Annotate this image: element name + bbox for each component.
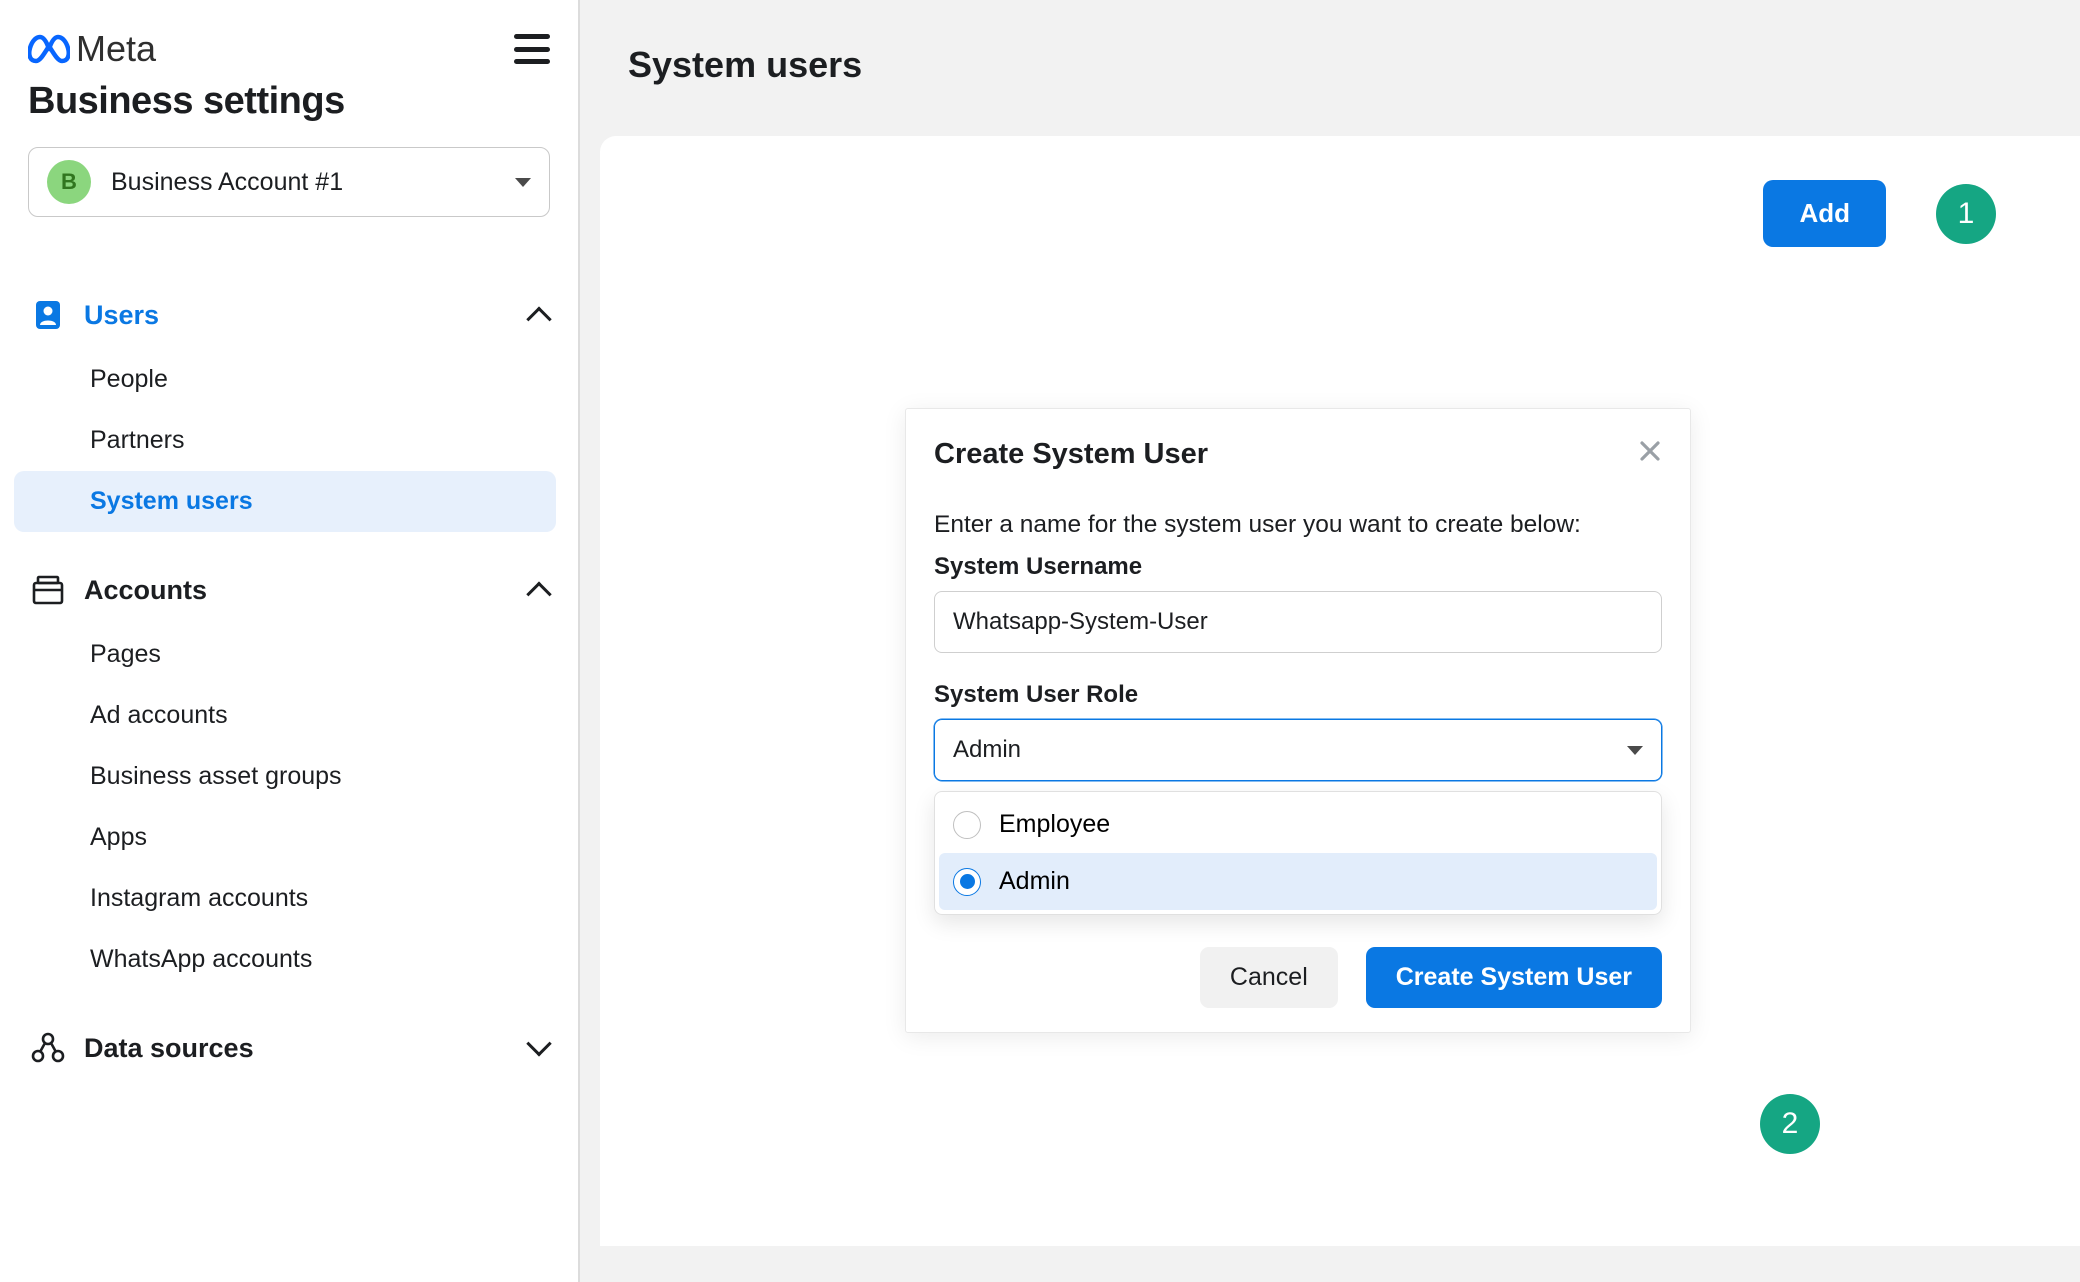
main: System users Add 1 Create System User En… (580, 0, 2080, 1282)
role-selected-value: Admin (953, 736, 1021, 764)
caret-down-icon (515, 178, 531, 187)
nav-group-data-sources-label: Data sources (84, 1033, 254, 1064)
sidebar-title: Business settings (28, 80, 550, 123)
radio-icon (953, 811, 981, 839)
nav-item-instagram-accounts[interactable]: Instagram accounts (28, 868, 550, 929)
role-label: System User Role (934, 681, 1662, 709)
caret-down-icon (1627, 746, 1643, 755)
nav-group-accounts[interactable]: Accounts (28, 564, 550, 616)
sidebar: Meta Business settings B Business Accoun… (0, 0, 580, 1282)
nav-item-system-users[interactable]: System users (14, 471, 556, 532)
nav-group-users-label: Users (84, 300, 159, 331)
role-option-label: Employee (999, 810, 1110, 839)
role-option-employee[interactable]: Employee (939, 796, 1657, 853)
close-icon[interactable] (1638, 437, 1662, 471)
nav-items-users: People Partners System users (28, 349, 550, 532)
step-badge-1: 1 (1936, 184, 1996, 244)
account-name: Business Account #1 (111, 168, 343, 197)
create-system-user-button[interactable]: Create System User (1366, 947, 1662, 1008)
nav-item-people[interactable]: People (28, 349, 550, 410)
page-title: System users (628, 44, 2032, 86)
meta-logo-icon (28, 34, 70, 64)
hamburger-icon[interactable] (514, 34, 550, 64)
nav-item-apps[interactable]: Apps (28, 807, 550, 868)
content-card: Add 1 Create System User Enter a name fo… (600, 136, 2080, 1246)
accounts-icon (30, 574, 66, 606)
data-sources-icon (30, 1032, 66, 1064)
step-badge-2: 2 (1760, 1094, 1820, 1154)
chevron-up-icon (526, 307, 551, 332)
toolbar-row: Add 1 (1763, 180, 1996, 247)
nav-group-accounts-label: Accounts (84, 575, 207, 606)
role-option-label: Admin (999, 867, 1070, 896)
users-icon (30, 299, 66, 331)
modal-description: Enter a name for the system user you wan… (934, 511, 1662, 539)
chevron-down-icon (526, 1031, 551, 1056)
system-username-input[interactable] (934, 591, 1662, 653)
nav-item-business-asset-groups[interactable]: Business asset groups (28, 746, 550, 807)
modal-actions: Cancel Create System User (934, 947, 1662, 1008)
role-option-admin[interactable]: Admin (939, 853, 1657, 910)
nav-items-accounts: Pages Ad accounts Business asset groups … (28, 624, 550, 990)
sidebar-top: Meta (28, 28, 550, 70)
nav-item-whatsapp-accounts[interactable]: WhatsApp accounts (28, 929, 550, 990)
meta-logo[interactable]: Meta (28, 28, 156, 70)
nav-item-ad-accounts[interactable]: Ad accounts (28, 685, 550, 746)
nav-item-pages[interactable]: Pages (28, 624, 550, 685)
chevron-up-icon (526, 582, 551, 607)
username-label: System Username (934, 553, 1662, 581)
radio-icon (953, 868, 981, 896)
account-avatar: B (47, 160, 91, 204)
role-dropdown-panel: Employee Admin (934, 791, 1662, 915)
nav-item-partners[interactable]: Partners (28, 410, 550, 471)
meta-wordmark: Meta (76, 28, 156, 70)
account-selector[interactable]: B Business Account #1 (28, 147, 550, 217)
create-system-user-modal: Create System User Enter a name for the … (905, 408, 1691, 1033)
add-button[interactable]: Add (1763, 180, 1886, 247)
nav-group-data-sources[interactable]: Data sources (28, 1022, 550, 1074)
cancel-button[interactable]: Cancel (1200, 947, 1338, 1008)
nav-group-users[interactable]: Users (28, 289, 550, 341)
system-user-role-select[interactable]: Admin (934, 719, 1662, 781)
main-header: System users (580, 0, 2080, 136)
modal-title: Create System User (934, 438, 1208, 471)
